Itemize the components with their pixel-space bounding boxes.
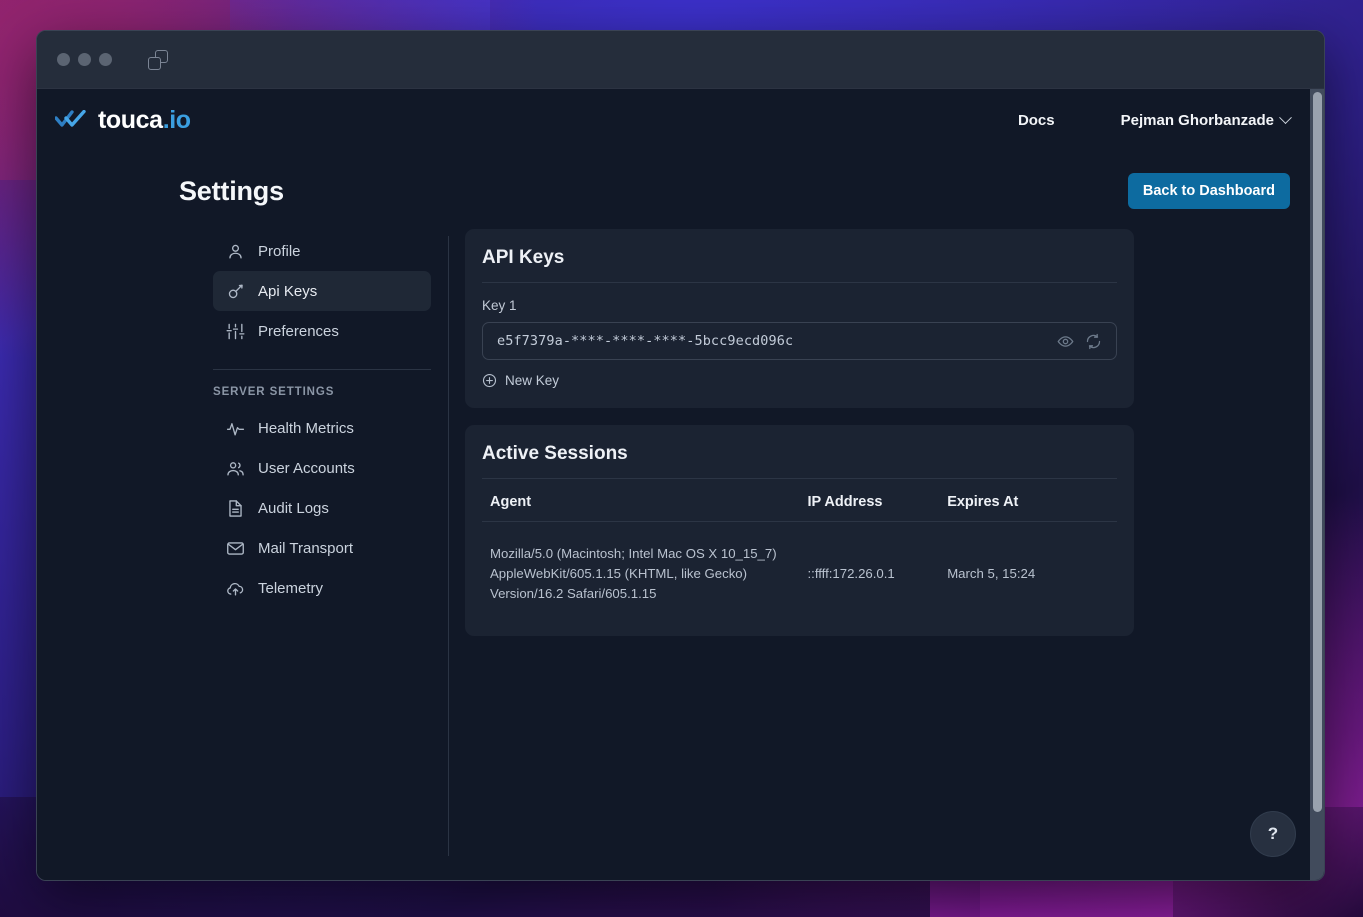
touca-checkmarks-logo-icon bbox=[55, 110, 86, 127]
active-sessions-table: Agent IP Address Expires At Mozilla/5.0 … bbox=[482, 494, 1117, 616]
page-scrollbar[interactable] bbox=[1310, 89, 1324, 880]
help-button[interactable]: ? bbox=[1250, 811, 1296, 857]
column-header-ip-address: IP Address bbox=[799, 494, 940, 522]
window-titlebar bbox=[37, 31, 1324, 89]
page-viewport: touca.io Docs Pejman Ghorbanzade Setting… bbox=[37, 89, 1324, 880]
table-header-row: Agent IP Address Expires At bbox=[482, 494, 1117, 522]
sidebar-item-label: Preferences bbox=[258, 322, 339, 340]
sidebar-item-audit-logs[interactable]: Audit Logs bbox=[213, 488, 431, 528]
active-sessions-card: Active Sessions Agent IP Address Expires… bbox=[465, 425, 1134, 637]
sidebar-item-label: Profile bbox=[258, 242, 301, 260]
zoom-window-button[interactable] bbox=[99, 53, 112, 66]
sidebar-item-user-accounts[interactable]: User Accounts bbox=[213, 448, 431, 488]
sidebar-item-label: Health Metrics bbox=[258, 419, 354, 437]
refresh-icon[interactable] bbox=[1085, 333, 1102, 350]
page-header: Settings Back to Dashboard bbox=[37, 151, 1324, 209]
nav-link-docs[interactable]: Docs bbox=[1018, 112, 1055, 129]
sidebar-item-label: User Accounts bbox=[258, 459, 355, 477]
document-icon bbox=[229, 499, 242, 517]
user-menu[interactable]: Pejman Ghorbanzade bbox=[1120, 110, 1292, 129]
api-keys-card: API Keys Key 1 e5f7379a-****-****-****-5… bbox=[465, 229, 1134, 408]
sidebar-item-label: Telemetry bbox=[258, 579, 324, 597]
logo-text-accent: .io bbox=[162, 105, 191, 134]
activity-icon bbox=[226, 422, 245, 436]
sidebar-item-preferences[interactable]: Preferences bbox=[213, 311, 431, 351]
settings-main: API Keys Key 1 e5f7379a-****-****-****-5… bbox=[448, 209, 1324, 653]
page-title: Settings bbox=[179, 175, 284, 206]
api-key-value: e5f7379a-****-****-****-5bcc9ecd096c bbox=[497, 333, 794, 349]
scrollbar-thumb[interactable] bbox=[1313, 92, 1322, 812]
minimize-window-button[interactable] bbox=[78, 53, 91, 66]
logo-text-main: touca bbox=[98, 105, 163, 134]
table-row: Mozilla/5.0 (Macintosh; Intel Mac OS X 1… bbox=[482, 522, 1117, 617]
eye-icon[interactable] bbox=[1057, 333, 1074, 350]
column-header-agent: Agent bbox=[482, 494, 800, 522]
sliders-icon bbox=[226, 323, 245, 339]
sidebar-item-label: Mail Transport bbox=[258, 539, 354, 557]
active-sessions-card-title: Active Sessions bbox=[482, 443, 1117, 479]
close-window-button[interactable] bbox=[57, 53, 70, 66]
cell-ip-address: ::ffff:172.26.0.1 bbox=[807, 566, 895, 582]
api-keys-card-title: API Keys bbox=[482, 247, 1117, 283]
new-key-label: New Key bbox=[505, 373, 560, 388]
key-icon bbox=[228, 284, 243, 298]
chevron-down-icon bbox=[1279, 110, 1292, 124]
plus-circle-icon bbox=[482, 373, 497, 388]
sidebar-item-telemetry[interactable]: Telemetry bbox=[213, 568, 431, 608]
touca-logo[interactable]: touca.io bbox=[55, 106, 191, 135]
cell-expires-at: March 5, 15:24 bbox=[947, 566, 1036, 582]
cloud-upload-icon bbox=[227, 582, 244, 596]
user-menu-label: Pejman Ghorbanzade bbox=[1120, 111, 1274, 129]
sidebar-group-label: SERVER SETTINGS bbox=[213, 386, 335, 398]
envelope-icon bbox=[227, 541, 244, 555]
cell-agent: Mozilla/5.0 (Macintosh; Intel Mac OS X 1… bbox=[490, 546, 777, 602]
api-key-label: Key 1 bbox=[482, 298, 517, 313]
sidebar-item-api-keys[interactable]: Api Keys bbox=[213, 271, 431, 311]
api-key-input[interactable]: e5f7379a-****-****-****-5bcc9ecd096c bbox=[482, 322, 1117, 360]
vertical-divider bbox=[448, 236, 449, 856]
back-to-dashboard-button[interactable]: Back to Dashboard bbox=[1127, 173, 1290, 209]
settings-sidebar: Profile Api Keys Preferences SERVER SETT… bbox=[37, 209, 448, 653]
column-header-expires-at: Expires At bbox=[939, 494, 1117, 522]
browser-window: touca.io Docs Pejman Ghorbanzade Setting… bbox=[36, 30, 1325, 881]
settings-content: Profile Api Keys Preferences SERVER SETT… bbox=[37, 209, 1324, 856]
sidebar-item-profile[interactable]: Profile bbox=[213, 231, 431, 271]
sidebar-item-label: Audit Logs bbox=[258, 499, 329, 517]
new-key-button[interactable]: New Key bbox=[482, 373, 1117, 388]
user-icon bbox=[229, 244, 242, 259]
copy-tabs-icon[interactable] bbox=[148, 49, 168, 70]
sidebar-item-health-metrics[interactable]: Health Metrics bbox=[213, 408, 431, 448]
users-icon bbox=[227, 461, 244, 476]
top-navbar: touca.io Docs Pejman Ghorbanzade bbox=[37, 89, 1324, 151]
sidebar-item-label: Api Keys bbox=[258, 282, 318, 300]
sidebar-item-mail-transport[interactable]: Mail Transport bbox=[213, 528, 431, 568]
